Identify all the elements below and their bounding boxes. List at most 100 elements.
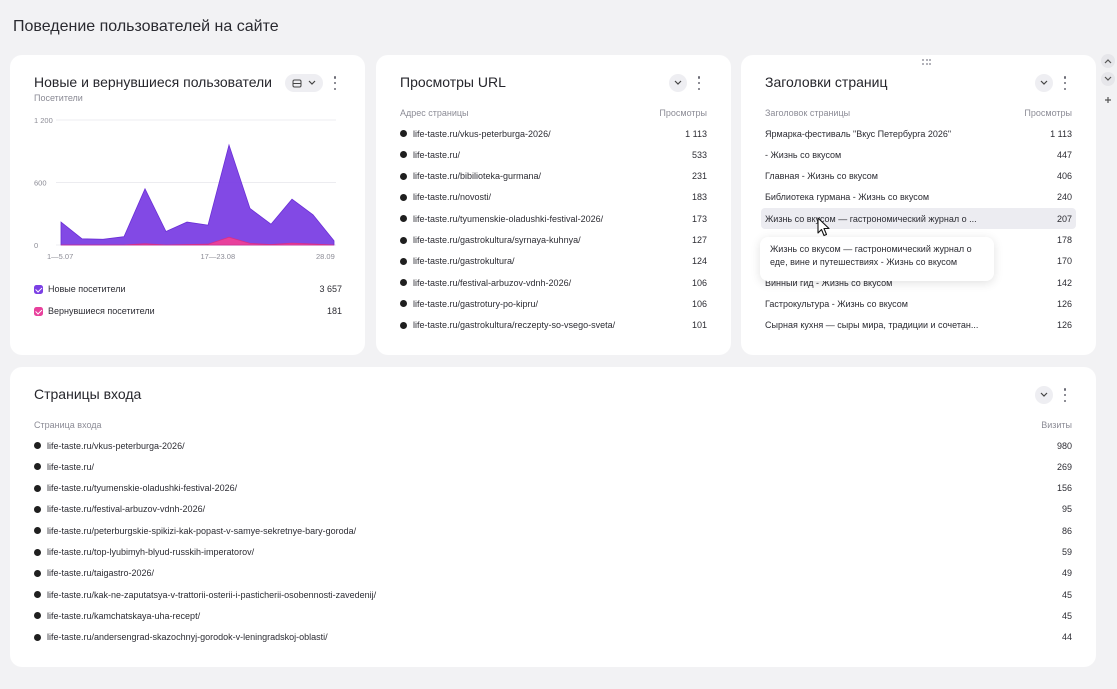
row-value: 1 113 <box>1050 128 1072 139</box>
database-icon <box>292 79 302 87</box>
table-row[interactable]: life-taste.ru/bibilioteka-gurmana/231 <box>400 166 707 187</box>
row-label: life-taste.ru/festival-arbuzov-vdnh-2026… <box>413 277 572 288</box>
table-row[interactable]: life-taste.ru/533 <box>400 144 707 165</box>
row-label: Ярмарка-фестиваль "Вкус Петербурга 2026" <box>765 128 952 139</box>
row-value: 231 <box>691 171 707 182</box>
row-label: life-taste.ru/tyumenskie-oladushki-festi… <box>47 483 238 494</box>
row-value: 45 <box>1061 589 1072 600</box>
table-row[interactable]: life-taste.ru/tyumenskie-oladushki-festi… <box>34 478 1072 499</box>
drag-handle-icon[interactable] <box>922 59 931 65</box>
table-row[interactable]: Гастрокультура - Жизнь со вкусом 126 <box>765 293 1072 314</box>
row-label: life-taste.ru/peterburgskie-spikizi-kak-… <box>47 525 357 536</box>
titles-card-collapse-button[interactable] <box>1035 74 1053 92</box>
row-value: 980 <box>1056 440 1072 451</box>
chevron-down-icon <box>1040 392 1048 397</box>
table-row[interactable]: life-taste.ru/269 <box>34 456 1072 477</box>
row-bullet-icon <box>34 442 41 449</box>
table-row[interactable]: Библиотека гурмана - Жизнь со вкусом 240 <box>765 187 1072 208</box>
row-value: 49 <box>1061 568 1072 579</box>
titles-card: Заголовки страниц Заголовок страницы Про… <box>741 55 1096 355</box>
x-tick-label: 28.09 <box>316 252 335 261</box>
table-row[interactable]: life-taste.ru/andersengrad-skazochnyj-go… <box>34 627 1072 648</box>
row-bullet-icon <box>400 279 407 287</box>
row-value: 269 <box>1056 461 1072 472</box>
row-value: 106 <box>691 277 707 288</box>
row-value: 183 <box>691 192 707 203</box>
row-label: Библиотека гурмана - Жизнь со вкусом <box>765 192 930 203</box>
row-label: life-taste.ru/ <box>47 461 95 472</box>
chart-type-dropdown[interactable] <box>285 74 323 92</box>
row-value: 1 113 <box>685 128 707 139</box>
table-row[interactable]: life-taste.ru/top-lyubimyh-blyud-russkih… <box>34 542 1072 563</box>
table-row[interactable]: life-taste.ru/tyumenskie-oladushki-festi… <box>400 208 707 229</box>
table-row[interactable]: life-taste.ru/peterburgskie-spikizi-kak-… <box>34 520 1072 541</box>
table-row[interactable]: Ярмарка-фестиваль "Вкус Петербурга 2026"… <box>765 123 1072 144</box>
row-label: life-taste.ru/gastrokultura/syrnaya-kuhn… <box>413 235 581 245</box>
row-bullet-icon <box>34 463 41 471</box>
row-bullet-icon <box>400 172 407 180</box>
checkbox-icon[interactable] <box>34 306 43 316</box>
table-row[interactable]: life-taste.ru/kak-ne-zaputatsya-v-tratto… <box>34 584 1072 605</box>
page-title: Поведение пользователей на сайте <box>13 18 279 35</box>
table-row[interactable]: - Жизнь со вкусом 447 <box>765 144 1072 165</box>
table-row[interactable]: life-taste.ru/festival-arbuzov-vdnh-2026… <box>400 272 707 293</box>
legend-returning-users[interactable]: Вернувшиеся посетители 181 <box>34 303 342 319</box>
table-row[interactable]: life-taste.ru/novosti/183 <box>400 187 707 208</box>
table-row[interactable]: life-taste.ru/gastrotury-po-kipru/106 <box>400 293 707 314</box>
column-header-title[interactable]: Заголовок страницы <box>765 108 850 118</box>
row-value: 207 <box>1056 213 1072 224</box>
row-bullet-icon <box>34 527 41 535</box>
legend-label: Вернувшиеся посетители <box>48 306 155 316</box>
row-label: life-taste.ru/andersengrad-skazochnyj-go… <box>47 632 328 643</box>
scroll-up-button[interactable] <box>1101 54 1115 68</box>
row-value: 106 <box>691 298 707 309</box>
urls-card-collapse-button[interactable] <box>669 74 687 92</box>
row-label: life-taste.ru/taigastro-2026/ <box>47 568 155 579</box>
x-tick-label: 1—5.07 <box>47 252 73 261</box>
table-row[interactable]: life-taste.ru/gastrokultura/syrnaya-kuhn… <box>400 230 707 251</box>
plus-icon <box>1105 97 1111 103</box>
chevron-down-icon <box>674 80 682 85</box>
row-value: 124 <box>691 256 707 267</box>
entry-card-menu-icon[interactable] <box>1062 388 1068 402</box>
entry-card-collapse-button[interactable] <box>1035 386 1053 404</box>
row-value: 86 <box>1061 525 1072 536</box>
column-header-entry-page[interactable]: Страница входа <box>34 420 102 430</box>
column-header-url[interactable]: Адрес страницы <box>400 108 469 118</box>
row-label: life-taste.ru/gastrokultura/reczepty-so-… <box>413 320 616 331</box>
titles-card-title: Заголовки страниц <box>765 74 888 90</box>
table-row[interactable]: life-taste.ru/kamchatskaya-uha-recept/45 <box>34 605 1072 626</box>
table-row[interactable]: life-taste.ru/vkus-peterburga-2026/1 113 <box>400 123 707 144</box>
table-row[interactable]: Жизнь со вкусом — гастрономический журна… <box>761 208 1076 230</box>
users-card-menu-icon[interactable] <box>332 76 338 90</box>
urls-card-menu-icon[interactable] <box>696 76 702 90</box>
row-bullet-icon <box>400 257 407 265</box>
checkbox-icon[interactable] <box>34 284 43 294</box>
y-tick-label: 0 <box>34 241 38 250</box>
row-value: 127 <box>691 235 707 245</box>
legend-label: Новые посетители <box>48 284 126 294</box>
row-value: 178 <box>1056 235 1072 245</box>
column-header-visits[interactable]: Визиты <box>1041 420 1072 430</box>
table-row[interactable]: life-taste.ru/taigastro-2026/49 <box>34 563 1072 584</box>
table-row[interactable]: life-taste.ru/gastrokultura/124 <box>400 251 707 272</box>
users-card: Новые и вернувшиеся пользователи Посетит… <box>10 55 365 355</box>
row-label: life-taste.ru/vkus-peterburga-2026/ <box>47 440 185 451</box>
column-header-views[interactable]: Просмотры <box>659 108 707 118</box>
table-row[interactable]: life-taste.ru/gastrokultura/reczepty-so-… <box>400 315 707 336</box>
add-widget-button[interactable] <box>1101 93 1115 107</box>
entry-card: Страницы входа Страница входа Визиты lif… <box>10 367 1096 667</box>
table-row[interactable]: life-taste.ru/vkus-peterburga-2026/980 <box>34 435 1072 456</box>
entry-card-title: Страницы входа <box>34 386 142 402</box>
urls-card: Просмотры URL Адрес страницы Просмотры l… <box>376 55 731 355</box>
legend-new-users[interactable]: Новые посетители 3 657 <box>34 281 342 297</box>
x-tick-label: 17—23.08 <box>201 252 236 261</box>
column-header-views[interactable]: Просмотры <box>1024 108 1072 118</box>
users-area-chart: 1 200 600 0 1—5.07 17—23.08 28.09 <box>34 116 336 261</box>
scroll-down-button[interactable] <box>1101 72 1115 86</box>
table-row[interactable]: Сырная кухня — сыры мира, традиции и соч… <box>765 315 1072 336</box>
titles-card-menu-icon[interactable] <box>1062 76 1068 90</box>
table-row[interactable]: life-taste.ru/festival-arbuzov-vdnh-2026… <box>34 499 1072 520</box>
chevron-up-icon <box>1104 59 1112 64</box>
table-row[interactable]: Главная - Жизнь со вкусом 406 <box>765 166 1072 187</box>
